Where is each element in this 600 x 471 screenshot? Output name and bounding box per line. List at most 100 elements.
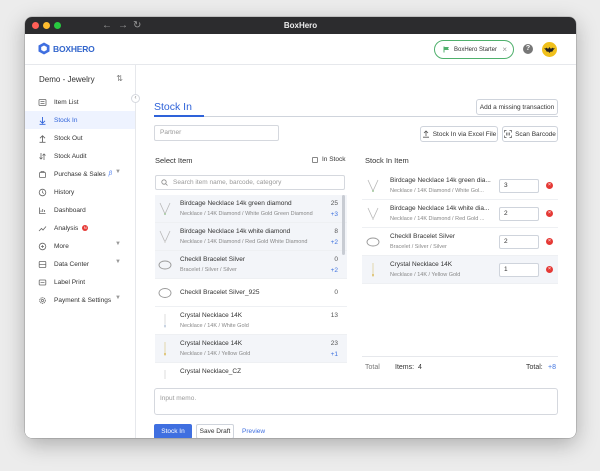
help-icon[interactable]: ? <box>523 44 533 54</box>
bracelet-icon <box>158 257 172 273</box>
top-bar: BOXHERO BoxHero Starter × ? <box>25 34 576 65</box>
stock-in-item-desc: Bracelet / Silver / Silver <box>390 244 447 250</box>
necklace-v-icon <box>158 229 172 245</box>
stock-in-row: Birdcage Necklace 14k white dia... Neckl… <box>362 200 558 228</box>
sidebar-item-history[interactable]: History <box>25 183 135 201</box>
sidebar-item-label: Stock Audit <box>54 152 87 160</box>
sidebar-item-stock-audit[interactable]: Stock Audit <box>25 147 135 165</box>
sidebar-item-stock-in[interactable]: Stock In <box>25 111 135 129</box>
bracelet-icon <box>366 234 380 250</box>
sidebar-item-label: Dashboard <box>54 206 86 214</box>
list-item[interactable]: Checkll Bracelet Silver_925 0 <box>155 279 347 307</box>
new-badge: N <box>82 225 89 231</box>
save-draft-button[interactable]: Save Draft <box>196 424 234 438</box>
sidebar-item-dashboard[interactable]: Dashboard <box>25 201 135 219</box>
stock-in-item-desc: Necklace / 14K Diamond / Red Gold ... <box>390 216 485 222</box>
sidebar-item-label: Purchase & Sales <box>54 170 106 178</box>
partner-field[interactable]: Partner <box>154 125 279 141</box>
scan-barcode-button[interactable]: Scan Barcode <box>502 126 558 142</box>
avatar[interactable] <box>542 42 557 57</box>
page-title: Stock In <box>154 101 192 113</box>
barcode-icon <box>504 130 512 138</box>
audit-arrows-icon <box>38 152 49 161</box>
dashboard-icon <box>38 206 49 215</box>
item-list: Birdcage Necklace 14k green diamond Neck… <box>155 195 347 379</box>
sidebar-item-label: More <box>54 242 69 250</box>
sidebar-item-item-list[interactable]: Item List <box>25 93 135 111</box>
remove-icon[interactable]: × <box>546 238 553 245</box>
list-item[interactable]: Crystal Necklace 14K Necklace / 14K / Ye… <box>155 335 347 363</box>
add-missing-transaction-button[interactable]: Add a missing transaction <box>476 99 558 115</box>
plan-label: BoxHero Starter <box>454 46 498 53</box>
memo-input[interactable]: Input memo. <box>154 388 558 415</box>
item-name: Checkll Bracelet Silver_925 <box>180 289 260 296</box>
label-print-icon <box>38 278 49 287</box>
in-stock-checkbox[interactable] <box>312 156 318 163</box>
sidebar-item-data-center[interactable]: Data Center ▼ <box>25 255 135 273</box>
necklace-v-icon <box>366 206 380 222</box>
list-item[interactable]: Checkll Bracelet Silver Bracelet / Silve… <box>155 251 347 279</box>
quantity-input[interactable]: 2 <box>499 235 539 249</box>
list-item[interactable]: Birdcage Necklace 14k white diamond Neck… <box>155 223 347 251</box>
remove-icon[interactable]: × <box>546 182 553 189</box>
quantity-input[interactable]: 2 <box>499 207 539 221</box>
logo[interactable]: BOXHERO <box>38 42 95 55</box>
sidebar-item-stock-out[interactable]: Stock Out <box>25 129 135 147</box>
stock-in-excel-label: Stock In via Excel File <box>432 130 497 138</box>
sidebar-item-label-print[interactable]: Label Print <box>25 273 135 291</box>
total-right-value: +8 <box>548 364 556 371</box>
stock-in-button[interactable]: Stock In <box>154 424 192 438</box>
bat-logo-icon <box>544 46 555 53</box>
close-icon[interactable]: × <box>502 45 507 54</box>
chevron-down-icon: ▼ <box>115 241 121 247</box>
quantity-input[interactable]: 3 <box>499 179 539 193</box>
stock-in-item-name: Checkll Bracelet Silver <box>390 233 456 240</box>
in-stock-label: In Stock <box>322 156 346 163</box>
items-label: Items: <box>395 364 415 371</box>
sidebar-item-purchase-sales[interactable]: Purchase & Sales β ▼ <box>25 165 135 183</box>
item-qty: 8 <box>334 228 338 235</box>
stock-in-item-list: Birdcage Necklace 14k green dia... Neckl… <box>362 172 558 284</box>
sidebar-item-more[interactable]: More ▼ <box>25 237 135 255</box>
app-window: ← → ↻ BoxHero BOXHERO BoxHero Starter × … <box>25 17 576 438</box>
preview-link[interactable]: Preview <box>242 424 265 438</box>
sidebar-item-analysis[interactable]: Analysis N <box>25 219 135 237</box>
sidebar-item-payment-settings[interactable]: Payment & Settings ▼ <box>25 291 135 309</box>
stock-in-item-name: Birdcage Necklace 14k green dia... <box>390 177 491 184</box>
list-item[interactable]: Birdcage Necklace 14k green diamond Neck… <box>155 195 347 223</box>
item-desc: Bracelet / Silver / Silver <box>180 267 237 273</box>
workspace-selector[interactable]: Demo - Jewelry ⇅ <box>25 65 135 93</box>
pendant-icon <box>366 262 380 278</box>
total-right-label: Total: <box>526 364 543 371</box>
list-item[interactable]: Crystal Necklace 14K Necklace / 14K / Wh… <box>155 307 347 335</box>
sidebar-item-label: Stock In <box>54 116 78 124</box>
remove-icon[interactable]: × <box>546 266 553 273</box>
item-desc: Necklace / 14K Diamond / Red Gold White … <box>180 239 308 245</box>
bracelet-icon <box>158 285 172 301</box>
title-underline <box>154 115 204 117</box>
item-search-input[interactable]: Search item name, barcode, category <box>155 175 345 190</box>
item-list-scrollbar[interactable] <box>342 195 345 255</box>
item-qty: 13 <box>330 312 338 319</box>
plan-badge[interactable]: BoxHero Starter × <box>434 40 514 59</box>
quantity-input[interactable]: 1 <box>499 263 539 277</box>
in-stock-filter[interactable]: In Stock <box>312 156 345 163</box>
item-qty: 0 <box>334 256 338 263</box>
sort-icon[interactable]: ⇅ <box>116 74 123 83</box>
list-item[interactable]: Crystal Necklace_CZ <box>155 363 347 379</box>
total-label: Total <box>365 364 380 371</box>
arrow-down-icon <box>38 116 49 125</box>
cart-icon <box>38 170 49 179</box>
sidebar-item-label: History <box>54 188 75 196</box>
item-added-qty: +1 <box>330 351 338 358</box>
sidebar-item-label: Analysis <box>54 224 79 232</box>
select-item-title: Select Item <box>155 156 193 165</box>
remove-icon[interactable]: × <box>546 210 553 217</box>
history-icon <box>38 188 49 197</box>
item-desc: Necklace / 14K / White Gold <box>180 323 249 329</box>
scan-barcode-label: Scan Barcode <box>515 130 556 138</box>
stock-in-item-desc: Necklace / 14K / Yellow Gold <box>390 272 461 278</box>
stock-in-excel-button[interactable]: Stock In via Excel File <box>420 126 498 142</box>
workspace-name: Demo - Jewelry <box>39 74 95 84</box>
item-qty: 23 <box>330 340 338 347</box>
